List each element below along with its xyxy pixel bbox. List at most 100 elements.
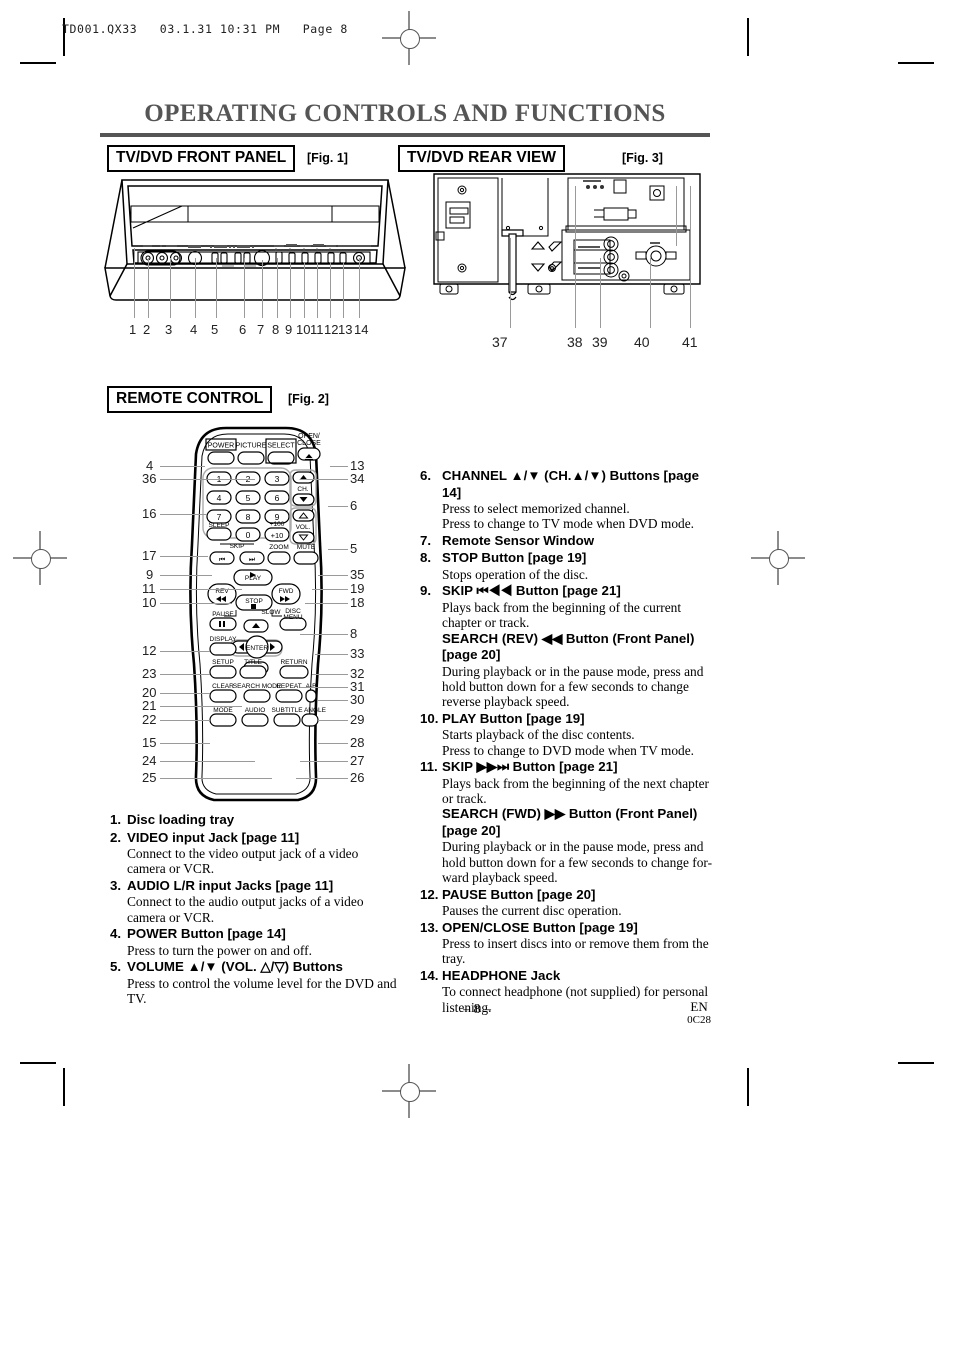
callout-front-7: 7 bbox=[257, 322, 265, 337]
svg-text:3: 3 bbox=[275, 474, 280, 484]
right-text-column: 6. CHANNEL ▲/▼ (CH.▲/▼) Buttons [page 14]… bbox=[420, 468, 720, 1016]
callout-rear-38: 38 bbox=[567, 334, 583, 350]
callout-rear-39: 39 bbox=[592, 334, 608, 350]
manual-item-heading: 3. AUDIO L/R input Jacks [page 11] bbox=[110, 878, 410, 895]
manual-item-heading: 9. SKIP ⏮◀◀ Button [page 21] bbox=[420, 583, 720, 600]
callout-front-2: 2 bbox=[143, 322, 151, 337]
manual-item-number: 7. bbox=[420, 532, 432, 548]
callout-remote-28: 28 bbox=[350, 735, 365, 750]
svg-text:MENU: MENU bbox=[283, 614, 302, 621]
callout-front-1: 1 bbox=[129, 322, 137, 337]
svg-text:AUDIO: AUDIO bbox=[245, 707, 266, 714]
manual-item-heading: 2. VIDEO input Jack [page 11] bbox=[110, 830, 410, 847]
manual-item-description: Press to turn the power on and off. bbox=[127, 942, 312, 958]
callout-remote-11: 11 bbox=[142, 581, 156, 596]
callout-remote-36: 36 bbox=[142, 471, 157, 486]
manual-item: 12. PAUSE Button [page 20] Pauses the curr… bbox=[420, 887, 720, 919]
svg-text:MUTE: MUTE bbox=[297, 544, 316, 551]
left-text-column: 1. Disc loading tray 2. VIDEO input Jack [p… bbox=[110, 812, 410, 1007]
manual-item: 11. SKIP ▶▶⏭ Button [page 21] Plays back f… bbox=[420, 759, 720, 886]
manual-item-description: Connect to the audio output jacks of a v… bbox=[127, 894, 364, 910]
manual-item-title: Disc loading tray bbox=[127, 812, 235, 827]
crop-mark-bottom-right-h bbox=[898, 1062, 934, 1064]
crop-mark-top-right-h bbox=[898, 62, 934, 64]
svg-text:SLEEP: SLEEP bbox=[209, 522, 230, 529]
manual-item-subheading: [page 20] bbox=[442, 647, 501, 663]
svg-text:+100: +100 bbox=[270, 521, 285, 528]
callout-remote-16: 16 bbox=[142, 506, 157, 521]
manual-item-subheading: [page 20] bbox=[442, 822, 501, 838]
manual-item-heading: 13. OPEN/CLOSE Button [page 19] bbox=[420, 920, 720, 937]
callout-remote-9: 9 bbox=[146, 567, 154, 582]
callout-front-6: 6 bbox=[239, 322, 247, 337]
manual-item-description: Press to change to TV mode when DVD mode… bbox=[442, 516, 695, 532]
manual-item-title: AUDIO L/R input Jacks [page 11] bbox=[127, 877, 334, 893]
manual-item-title: Remote Sensor Window bbox=[442, 532, 595, 548]
manual-item-description: Stops operation of the disc. bbox=[442, 566, 589, 582]
svg-text:CLEAR: CLEAR bbox=[212, 683, 234, 690]
callout-remote-23: 23 bbox=[142, 666, 157, 681]
callout-remote-29: 29 bbox=[350, 712, 365, 727]
callout-remote-12: 12 bbox=[142, 643, 157, 658]
manual-item-subheading: SEARCH (REV) ◀◀ Button (Front Panel) bbox=[442, 630, 695, 646]
crop-mark-bottom-left-h bbox=[20, 1062, 56, 1064]
callout-rear-37: 37 bbox=[492, 334, 508, 350]
svg-text:OPEN/: OPEN/ bbox=[298, 433, 320, 440]
figure-tag-fig3: [Fig. 3] bbox=[622, 151, 663, 165]
svg-text:PAUSE: PAUSE bbox=[212, 611, 234, 618]
svg-text:STOP: STOP bbox=[245, 598, 263, 605]
manual-item-number: 5. bbox=[110, 959, 122, 975]
manual-item-heading: 4. POWER Button [page 14] bbox=[110, 926, 410, 943]
svg-text:+10: +10 bbox=[271, 531, 284, 540]
callout-remote-22: 22 bbox=[142, 712, 157, 727]
svg-text:SUBTITLE: SUBTITLE bbox=[271, 707, 303, 714]
manual-item-description: Connect to the video output jack of a vi… bbox=[127, 846, 359, 861]
callout-remote-19: 19 bbox=[350, 581, 365, 596]
callout-remote-5: 5 bbox=[350, 541, 358, 556]
svg-text:SLOW: SLOW bbox=[261, 609, 281, 616]
manual-item-description: camera or VCR. bbox=[127, 861, 215, 877]
manual-item: 6. CHANNEL ▲/▼ (CH.▲/▼) Buttons [page 14]… bbox=[420, 468, 720, 532]
callout-remote-35: 35 bbox=[350, 567, 365, 582]
manual-item: 5. VOLUME ▲/▼ (VOL. △/▽) Buttons Press to … bbox=[110, 959, 410, 1006]
svg-text:FWD: FWD bbox=[279, 588, 294, 595]
registration-mark-bottom bbox=[382, 1064, 436, 1118]
svg-text:VOL.: VOL. bbox=[296, 524, 311, 531]
crop-mark-top-left-h bbox=[20, 62, 56, 64]
manual-item-number: 2. bbox=[110, 829, 122, 845]
manual-item-number: 12. bbox=[420, 886, 439, 902]
manual-item-description: hold button down for a few seconds to ch… bbox=[442, 854, 713, 870]
part-code: 0C28 bbox=[687, 1013, 711, 1026]
manual-item-heading: 10. PLAY Button [page 19] bbox=[420, 711, 720, 728]
manual-item-number: 10. bbox=[420, 710, 439, 726]
svg-text:7: 7 bbox=[217, 512, 222, 522]
callout-front-3: 3 bbox=[165, 322, 173, 337]
manual-item-subheading: SEARCH (FWD) ▶▶ Button (Front Panel) bbox=[442, 806, 698, 822]
manual-item-title: SKIP ⏮◀◀ Button [page 21] bbox=[442, 583, 621, 599]
manual-item-title: VOLUME ▲/▼ (VOL. △/▽) Buttons bbox=[127, 959, 343, 975]
callout-remote-27: 27 bbox=[350, 753, 365, 768]
callout-remote-10: 10 bbox=[142, 595, 157, 610]
manual-item-description: To connect headphone (not supplied) for … bbox=[442, 984, 709, 1000]
callout-remote-17: 17 bbox=[142, 548, 157, 563]
manual-item: 10. PLAY Button [page 19] Starts playback … bbox=[420, 711, 720, 758]
svg-text:6: 6 bbox=[275, 493, 280, 503]
manual-item-description: Press to insert discs into or remove the… bbox=[442, 936, 709, 951]
svg-text:0: 0 bbox=[246, 530, 251, 540]
title-rule bbox=[100, 133, 710, 137]
manual-item-description: Plays back from the beginning of the cur… bbox=[442, 599, 682, 615]
callout-front-12: 12 bbox=[324, 322, 339, 337]
callout-remote-24: 24 bbox=[142, 753, 157, 768]
callout-front-8: 8 bbox=[272, 322, 280, 337]
callout-remote-34: 34 bbox=[350, 471, 365, 486]
callout-remote-26: 26 bbox=[350, 770, 365, 785]
manual-item: 8. STOP Button [page 19] Stops operation o… bbox=[420, 550, 720, 582]
manual-item-description: hold button down for a few seconds to ch… bbox=[442, 678, 689, 694]
manual-item-number: 11. bbox=[420, 759, 438, 775]
callout-rear-41: 41 bbox=[682, 334, 698, 350]
front-panel-diagram bbox=[100, 168, 410, 308]
section-heading-rear-view: TV/DVD REAR VIEW bbox=[398, 145, 565, 172]
callout-remote-25: 25 bbox=[142, 770, 157, 785]
manual-item-number: 3. bbox=[110, 877, 122, 893]
svg-text:5: 5 bbox=[246, 493, 251, 503]
